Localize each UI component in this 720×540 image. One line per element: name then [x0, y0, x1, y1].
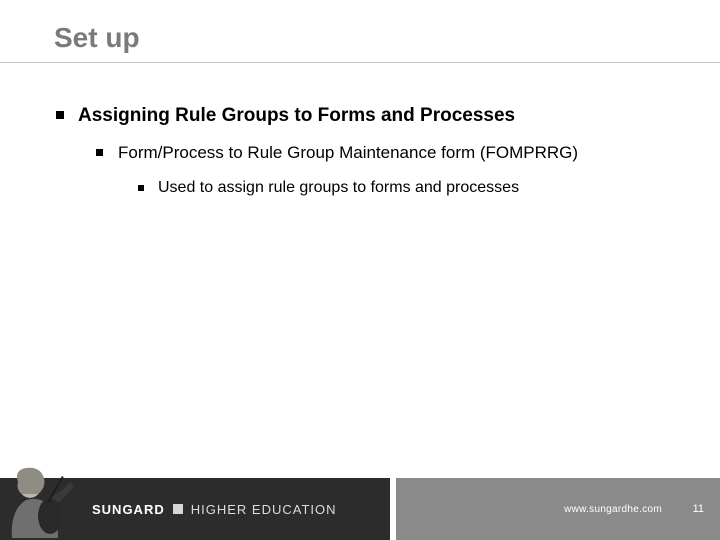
- bullet-level-1: Assigning Rule Groups to Forms and Proce…: [56, 104, 680, 128]
- square-bullet-icon: [96, 149, 103, 156]
- brand-name-light: HIGHER EDUCATION: [191, 502, 337, 517]
- footer-bar: SUNGARD HIGHER EDUCATION www.sungardhe.c…: [0, 478, 720, 540]
- bullet-text: Assigning Rule Groups to Forms and Proce…: [78, 105, 515, 126]
- slide: Set up Assigning Rule Groups to Forms an…: [0, 0, 720, 540]
- footer-url: www.sungardhe.com: [564, 478, 662, 540]
- bullet-level-3: Used to assign rule groups to forms and …: [138, 178, 680, 198]
- brand-logo: SUNGARD HIGHER EDUCATION: [92, 478, 337, 540]
- bullet-level-2: Form/Process to Rule Group Maintenance f…: [96, 142, 680, 164]
- decorative-person-image: [0, 460, 85, 540]
- brand-square-icon: [173, 504, 183, 514]
- content-area: Assigning Rule Groups to Forms and Proce…: [56, 104, 680, 213]
- slide-title: Set up: [54, 22, 140, 54]
- page-number: 11: [693, 478, 704, 540]
- bullet-text: Form/Process to Rule Group Maintenance f…: [118, 143, 578, 162]
- brand-name-bold: SUNGARD: [92, 502, 165, 517]
- bullet-text: Used to assign rule groups to forms and …: [158, 179, 519, 196]
- title-underline: [0, 62, 720, 63]
- footer-right-panel: www.sungardhe.com 11: [396, 478, 720, 540]
- square-bullet-icon: [138, 185, 144, 191]
- square-bullet-icon: [56, 111, 64, 119]
